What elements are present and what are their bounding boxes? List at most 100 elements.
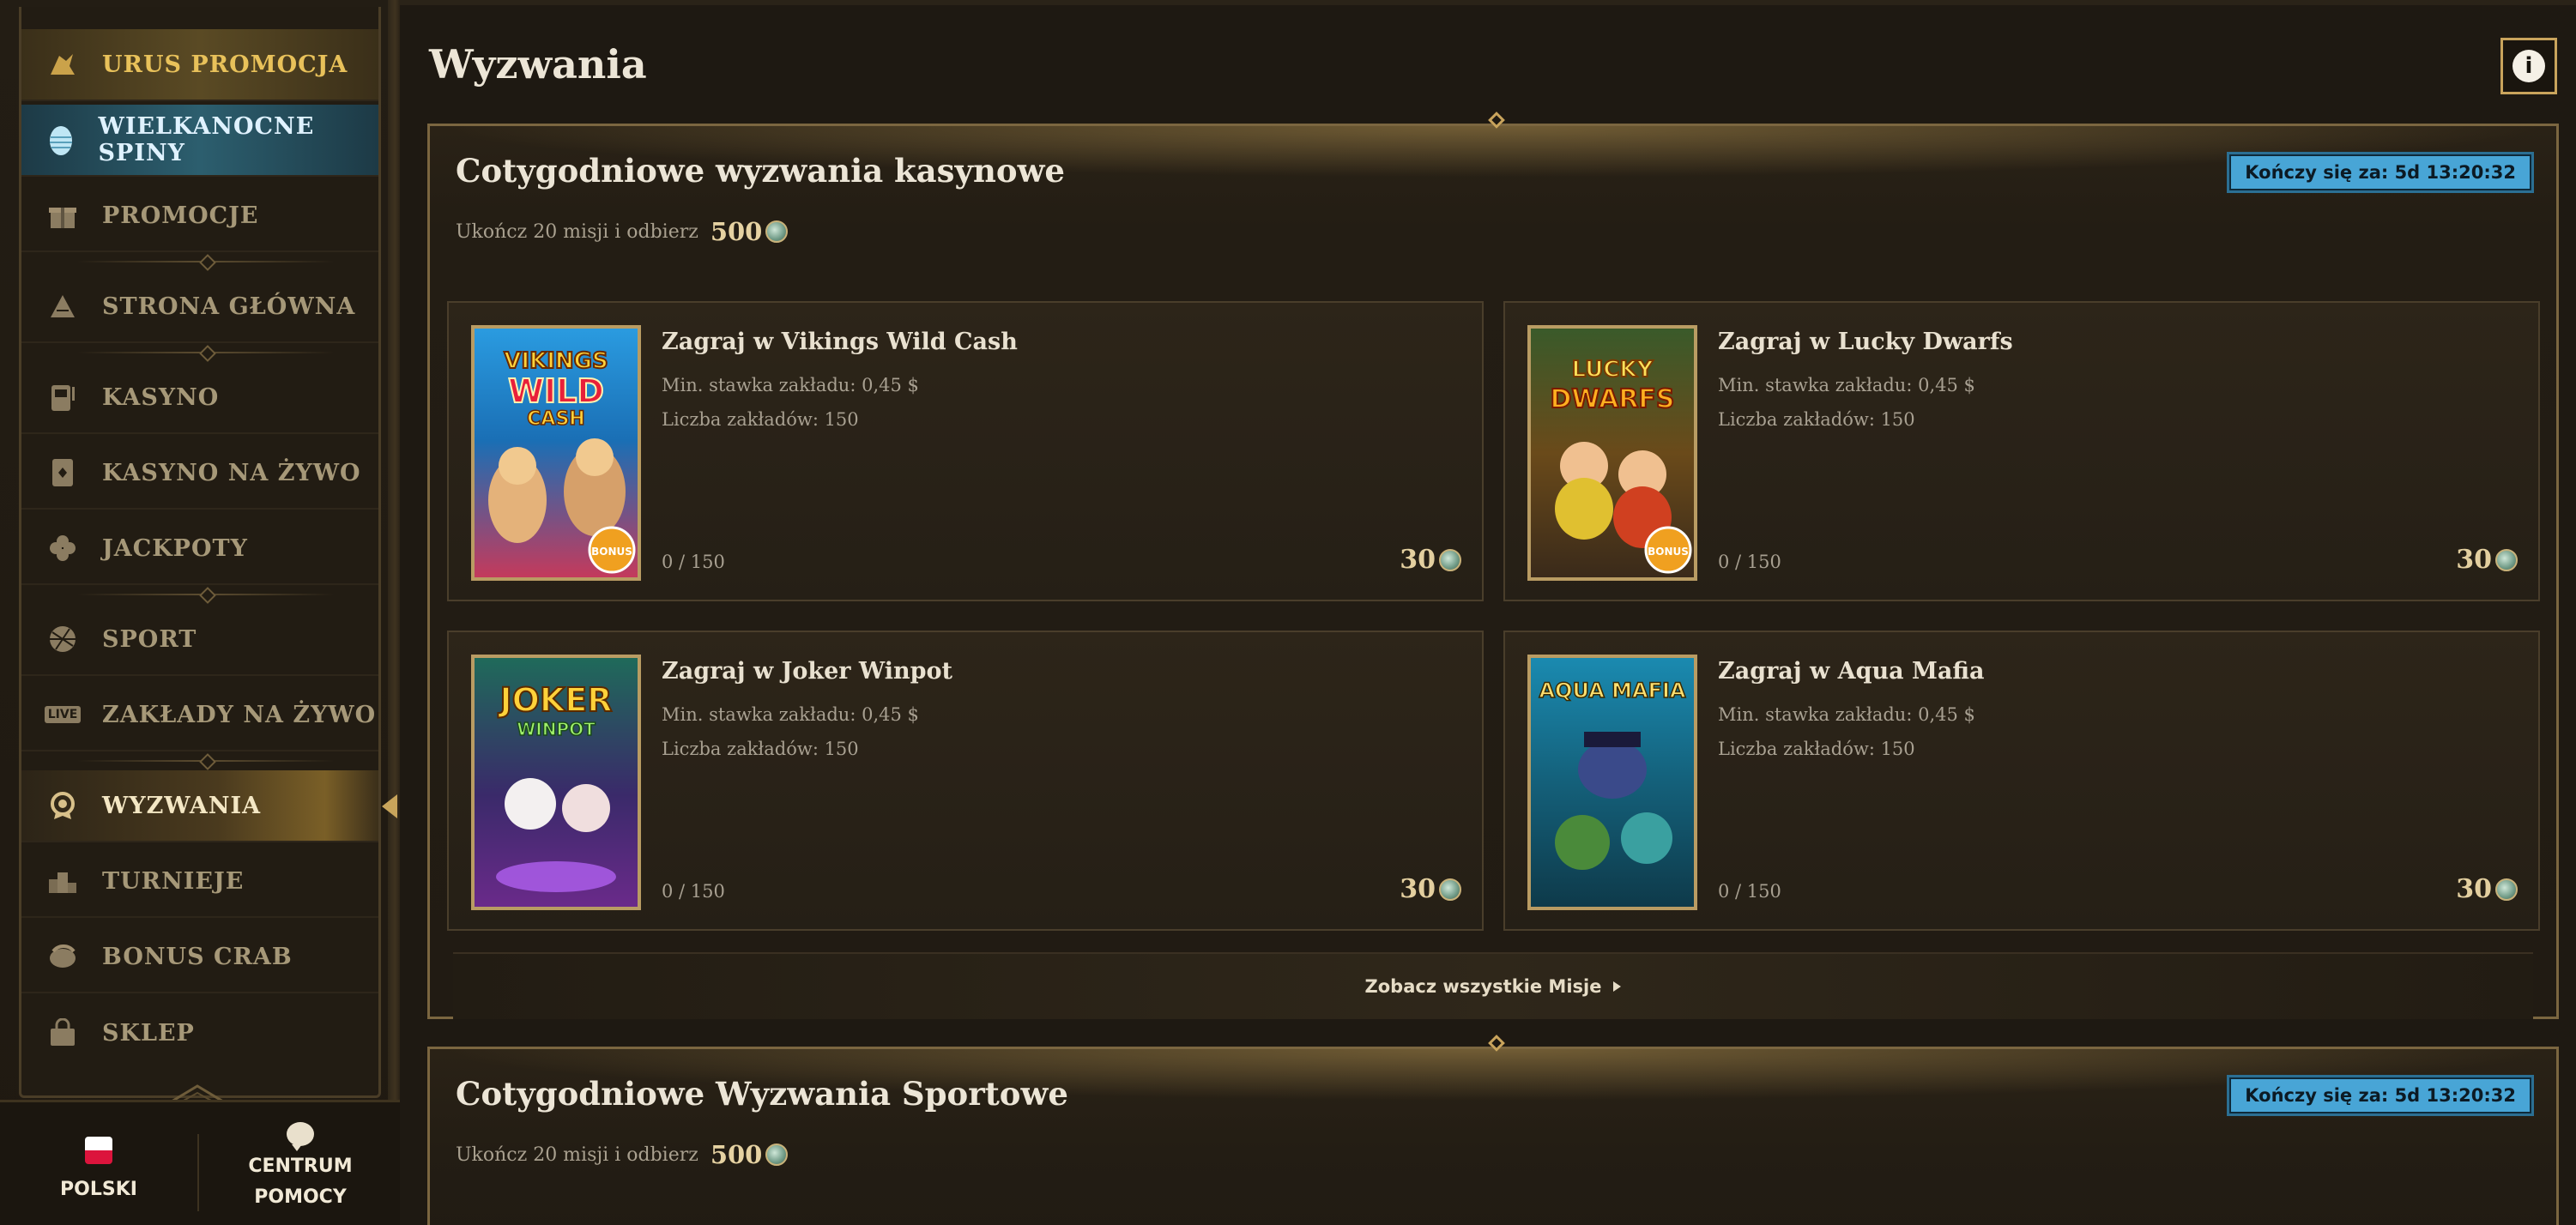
sidebar-item-label: JACKPOTY bbox=[102, 534, 248, 562]
svg-text:VIKINGS: VIKINGS bbox=[504, 348, 608, 374]
mission-reward-value: 30 bbox=[2456, 874, 2492, 904]
subtitle-text: Ukończ 20 misji i odbierz bbox=[456, 220, 698, 243]
mission-card-aqua-mafia[interactable]: AQUA MAFIA Zagraj w Aqua Mafia Min. staw… bbox=[1503, 631, 2540, 931]
sidebar-item-sklep[interactable]: SKLEP bbox=[21, 997, 378, 1069]
slot-machine-icon bbox=[44, 378, 82, 416]
coin-icon bbox=[1439, 548, 1461, 571]
gift-icon bbox=[44, 196, 82, 234]
info-button[interactable]: i bbox=[2500, 38, 2557, 94]
vikings-game-art: VIKINGS WILD CASH BONUS bbox=[488, 347, 636, 574]
poland-flag-icon bbox=[85, 1137, 112, 1164]
mission-reward: 30 bbox=[1400, 874, 1461, 904]
sidebar-item-label: WYZWANIA bbox=[102, 792, 262, 819]
mission-bet-count: Liczba zakładów: 150 bbox=[1718, 739, 1915, 759]
mission-card-vikings-wild-cash[interactable]: VIKINGS WILD CASH BONUS Zagraj w Vikings… bbox=[447, 301, 1484, 601]
svg-text:CASH: CASH bbox=[527, 408, 584, 430]
sidebar-edge bbox=[388, 0, 400, 1225]
section-reward: 500 bbox=[710, 217, 763, 246]
sidebar-item-jackpoty[interactable]: JACKPOTY bbox=[21, 513, 378, 585]
coin-icon bbox=[2495, 548, 2518, 571]
sidebar-item-sport[interactable]: SPORT bbox=[21, 604, 378, 676]
game-thumbnail[interactable]: JOKER WINPOT bbox=[471, 655, 641, 910]
live-badge: LIVE bbox=[44, 706, 82, 723]
mission-progress: 0 / 150 bbox=[1718, 881, 1781, 902]
mission-title[interactable]: Zagraj w Aqua Mafia bbox=[1718, 658, 1984, 685]
sidebar-item-kasyno-na-zywo[interactable]: KASYNO NA ŻYWO bbox=[21, 438, 378, 510]
mission-bet-count: Liczba zakładów: 150 bbox=[1718, 409, 1915, 430]
mission-title[interactable]: Zagraj w Vikings Wild Cash bbox=[662, 329, 1018, 355]
help-label-line2: POMOCY bbox=[254, 1186, 347, 1208]
sidebar-item-kasyno[interactable]: KASYNO bbox=[21, 362, 378, 434]
aqua-mafia-game-art: AQUA MAFIA bbox=[1539, 678, 1687, 870]
sidebar-separator bbox=[77, 594, 335, 595]
sidebar-item-wyzwania[interactable]: WYZWANIA bbox=[21, 770, 397, 842]
mission-reward: 30 bbox=[1400, 545, 1461, 575]
see-all-label: Zobacz wszystkie Misje bbox=[1364, 976, 1602, 997]
sidebar-separator bbox=[77, 352, 335, 353]
help-center-button[interactable]: CENTRUM POMOCY bbox=[240, 1122, 360, 1213]
chat-icon bbox=[287, 1122, 314, 1151]
bag-icon bbox=[44, 1014, 82, 1052]
svg-text:BONUS: BONUS bbox=[591, 546, 632, 558]
mission-bet-count: Liczba zakładów: 150 bbox=[662, 739, 859, 759]
sidebar-item-wielkanocne-spiny[interactable]: WIELKANOCNE SPINY bbox=[21, 105, 378, 177]
sidebar-item-promocje[interactable]: PROMOCJE bbox=[21, 180, 378, 252]
countdown-timer: Kończy się za: 5d 13:20:32 bbox=[2227, 1075, 2534, 1116]
mission-reward: 30 bbox=[2456, 874, 2518, 904]
help-label-line1: CENTRUM bbox=[248, 1156, 353, 1177]
game-thumbnail[interactable]: LUCKY DWARFS BONUS bbox=[1527, 325, 1697, 581]
mission-title[interactable]: Zagraj w Lucky Dwarfs bbox=[1718, 329, 2013, 355]
top-bar bbox=[400, 0, 2576, 5]
coin-icon bbox=[765, 1144, 789, 1166]
coin-icon bbox=[1439, 878, 1461, 901]
mission-progress: 0 / 150 bbox=[662, 881, 725, 902]
sidebar-item-label: SKLEP bbox=[102, 1019, 195, 1047]
section-subtitle: Ukończ 20 misji i odbierz 500 bbox=[456, 217, 789, 246]
bull-icon bbox=[44, 45, 82, 83]
info-icon: i bbox=[2513, 50, 2545, 82]
sport-challenges-panel: Cotygodniowe Wyzwania Sportowe Kończy si… bbox=[427, 1035, 2559, 1225]
mission-min-bet: Min. stawka zakładu: 0,45 $ bbox=[1718, 375, 1975, 395]
mission-title[interactable]: Zagraj w Joker Winpot bbox=[662, 658, 952, 685]
mission-card-lucky-dwarfs[interactable]: LUCKY DWARFS BONUS Zagraj w Lucky Dwarfs… bbox=[1503, 301, 2540, 601]
sidebar-item-strona-glowna[interactable]: STRONA GŁÓWNA bbox=[21, 271, 378, 343]
sidebar-item-zaklady-na-zywo[interactable]: LIVE ZAKŁADY NA ŻYWO bbox=[21, 679, 378, 751]
sidebar-item-urus-promocja[interactable]: URUS PROMOCJA bbox=[21, 29, 378, 101]
lucky-dwarfs-game-art: LUCKY DWARFS BONUS bbox=[1549, 356, 1692, 574]
svg-text:LUCKY: LUCKY bbox=[1572, 357, 1654, 383]
mission-reward-value: 30 bbox=[1400, 874, 1436, 904]
section-title: Cotygodniowe wyzwania kasynowe bbox=[456, 152, 1065, 190]
mission-progress: 0 / 150 bbox=[1718, 552, 1781, 572]
home-icon bbox=[44, 287, 82, 325]
mission-card-joker-winpot[interactable]: JOKER WINPOT Zagraj w Joker Winpot Min. … bbox=[447, 631, 1484, 931]
section-reward: 500 bbox=[710, 1140, 763, 1169]
mission-bet-count: Liczba zakładów: 150 bbox=[662, 409, 859, 430]
sidebar-item-label: PROMOCJE bbox=[102, 202, 259, 229]
sidebar-item-label: KASYNO NA ŻYWO bbox=[102, 459, 361, 486]
coin-icon bbox=[2495, 878, 2518, 901]
see-all-missions-button[interactable]: Zobacz wszystkie Misje bbox=[453, 952, 2533, 1019]
mission-reward-value: 30 bbox=[2456, 545, 2492, 575]
section-subtitle: Ukończ 20 misji i odbierz 500 bbox=[456, 1140, 789, 1169]
coin-icon bbox=[765, 220, 789, 243]
game-thumbnail[interactable]: VIKINGS WILD CASH BONUS bbox=[471, 325, 641, 581]
sidebar-separator bbox=[77, 760, 335, 762]
mission-progress: 0 / 150 bbox=[662, 552, 725, 572]
sidebar-item-label: BONUS CRAB bbox=[102, 943, 293, 970]
sidebar-item-label: STRONA GŁÓWNA bbox=[102, 293, 356, 320]
sidebar-item-turnieje[interactable]: TURNIEJE bbox=[21, 846, 378, 918]
live-icon: LIVE bbox=[44, 696, 82, 733]
subtitle-text: Ukończ 20 misji i odbierz bbox=[456, 1144, 698, 1166]
svg-text:DWARFS: DWARFS bbox=[1550, 384, 1674, 414]
sidebar-item-bonus-crab[interactable]: BONUS CRAB bbox=[21, 921, 378, 993]
game-thumbnail[interactable]: AQUA MAFIA bbox=[1527, 655, 1697, 910]
sidebar-item-label: SPORT bbox=[102, 625, 197, 653]
joker-winpot-game-art: JOKER WINPOT bbox=[496, 680, 616, 892]
language-selector[interactable]: POLSKI bbox=[51, 1137, 146, 1205]
language-label: POLSKI bbox=[60, 1179, 137, 1200]
sidebar-item-label: KASYNO bbox=[102, 383, 220, 411]
footer-divider bbox=[197, 1134, 199, 1211]
mission-reward: 30 bbox=[2456, 545, 2518, 575]
mission-reward-value: 30 bbox=[1400, 545, 1436, 575]
page-title: Wyzwania bbox=[429, 41, 647, 88]
